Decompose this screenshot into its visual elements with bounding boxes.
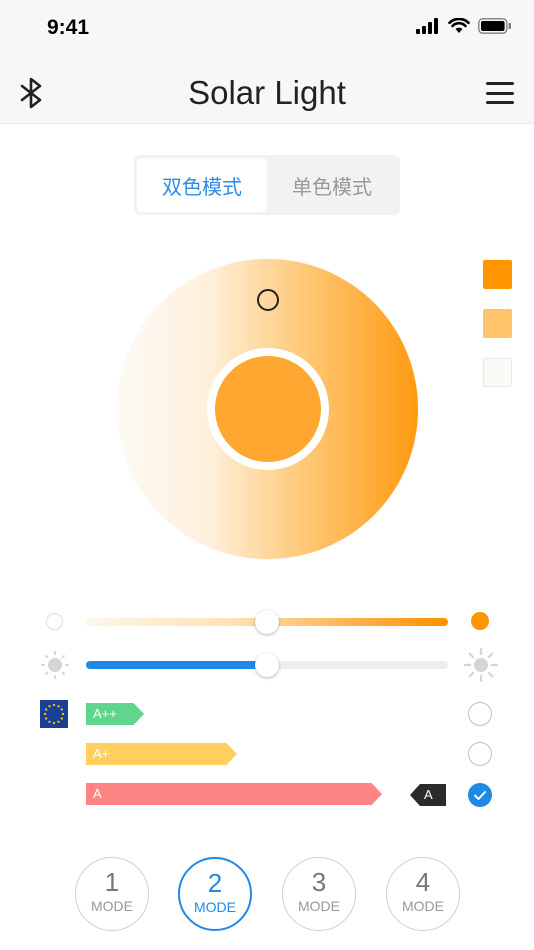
mode-number: 4 (415, 867, 431, 897)
orange-dot-icon (471, 612, 489, 630)
radio-a-plus[interactable] (468, 742, 492, 766)
brightness-knob[interactable] (255, 653, 279, 677)
color-picker-handle[interactable] (257, 289, 279, 311)
color-wheel[interactable] (118, 259, 418, 559)
current-rating-text: A (424, 787, 433, 802)
mode-button-2[interactable]: 2 MODE (178, 857, 252, 931)
eu-flag-icon (40, 700, 68, 728)
mode-label: MODE (91, 898, 133, 914)
mode-number: 2 (207, 868, 223, 898)
mode-label: MODE (194, 899, 236, 915)
nav-bar: Solar Light (0, 60, 534, 124)
radio-a[interactable] (468, 783, 492, 807)
radio-a-plus-plus[interactable] (468, 702, 492, 726)
checkmark-icon (474, 791, 486, 800)
brightness-slider[interactable] (86, 653, 448, 677)
energy-label-text: A (93, 786, 102, 801)
battery-icon (478, 18, 511, 34)
energy-label-text: A+ (93, 746, 110, 761)
mode-button-4[interactable]: 4 MODE (386, 857, 460, 931)
menu-line (486, 82, 514, 85)
color-temperature-slider[interactable] (86, 610, 448, 634)
tab-single-color[interactable]: 单色模式 (267, 158, 397, 212)
mode-button-1[interactable]: 1 MODE (75, 857, 149, 931)
warm-white-dot-icon (46, 613, 63, 630)
swatch-light-orange[interactable] (483, 309, 512, 338)
menu-line (486, 91, 514, 95)
mode-number: 1 (104, 867, 120, 897)
page-title: Solar Light (188, 74, 346, 111)
status-time: 9:41 (47, 16, 90, 39)
mode-button-3[interactable]: 3 MODE (282, 857, 356, 931)
energy-label-a-plus: A+ (86, 743, 237, 765)
mode-label: MODE (402, 898, 444, 914)
mode-number: 3 (311, 867, 327, 897)
wifi-icon (448, 18, 470, 33)
energy-label-a: A (86, 783, 382, 805)
color-temperature-knob[interactable] (255, 610, 279, 634)
mode-segment-control: 双色模式 单色模式 (134, 155, 400, 215)
status-bar: 9:41 (0, 0, 534, 60)
energy-label-a-plus-plus: A++ (86, 703, 144, 725)
status-icons (416, 18, 512, 34)
brightness-low-icon (41, 651, 69, 679)
current-rating-tag: A (410, 784, 446, 806)
tab-dual-color[interactable]: 双色模式 (137, 158, 267, 212)
brightness-fill (86, 661, 267, 669)
menu-line (486, 101, 514, 104)
color-preview-ring (207, 348, 329, 470)
color-preview (215, 356, 321, 462)
brightness-high-icon (464, 648, 498, 682)
energy-label-text: A++ (93, 706, 117, 721)
cellular-signal-icon (416, 18, 438, 34)
swatch-warm-white[interactable] (483, 358, 512, 387)
menu-icon[interactable] (486, 82, 514, 104)
swatch-orange[interactable] (483, 260, 512, 289)
mode-label: MODE (298, 898, 340, 914)
